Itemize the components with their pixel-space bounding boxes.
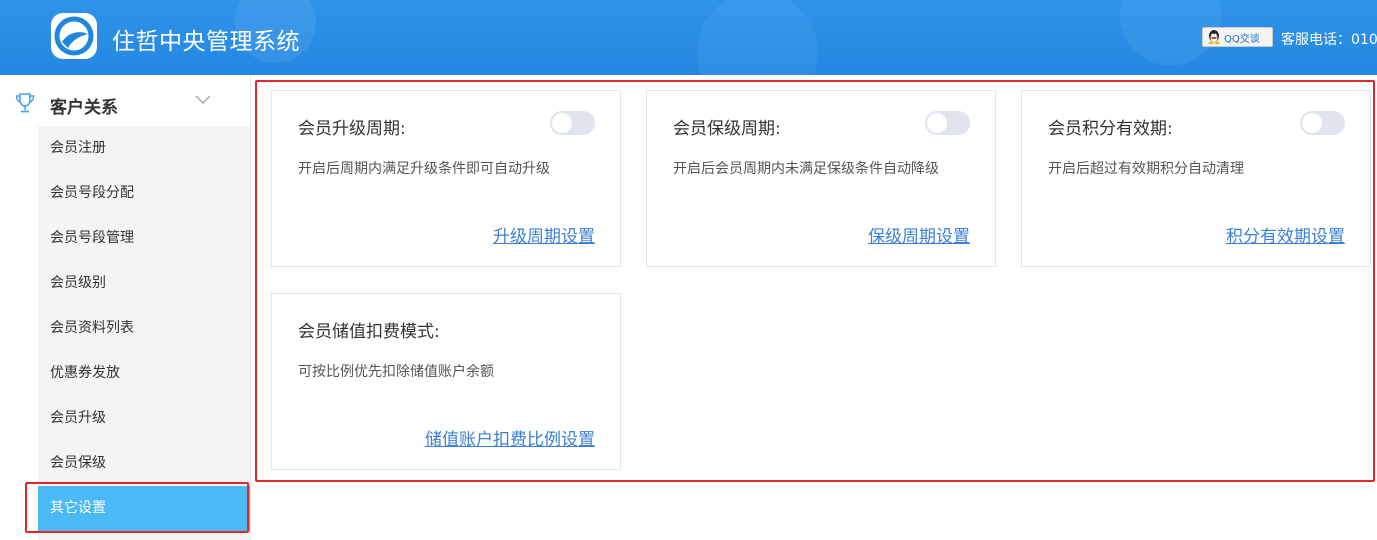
card-title: 会员储值扣费模式: [298,322,440,342]
section-title: 客户关系 [50,98,118,118]
sidebar-section-header[interactable]: 客户关系 [0,75,250,127]
toggle-knob [1302,113,1322,133]
app-title: 住哲中央管理系统 [112,29,300,55]
sidebar-item-member-level[interactable]: 会员级别 [38,261,250,306]
service-hotline: 客服电话：010 [1281,32,1377,48]
card-description: 开启后会员周期内未满足保级条件自动降级 [673,161,939,177]
trophy-icon [15,93,35,113]
card-stored-value-deduction: 会员储值扣费模式: 可按比例优先扣除储值账户余额 储值账户扣费比例设置 [271,293,621,470]
card-description: 可按比例优先扣除储值账户余额 [298,364,494,380]
toggle-switch[interactable] [925,111,970,135]
stored-value-ratio-settings-link[interactable]: 储值账户扣费比例设置 [425,425,595,450]
toggle-knob [927,113,947,133]
chevron-down-icon[interactable] [194,93,212,107]
retain-cycle-settings-link[interactable]: 保级周期设置 [868,222,970,247]
qq-chat-button[interactable]: QQ交谈 [1202,27,1273,47]
toggle-switch[interactable] [550,111,595,135]
sidebar-item-member-retain[interactable]: 会员保级 [38,441,250,486]
upgrade-cycle-settings-link[interactable]: 升级周期设置 [493,222,595,247]
sidebar: 客户关系 会员注册 会员号段分配 会员号段管理 会员级别 会员资料列表 优惠券发… [0,75,251,540]
card-upgrade-cycle: 会员升级周期: 开启后周期内满足升级条件即可自动升级 升级周期设置 [271,90,621,267]
card-description: 开启后超过有效期积分自动清理 [1048,161,1244,177]
sub-menu: 会员注册 会员号段分配 会员号段管理 会员级别 会员资料列表 优惠券发放 会员升… [38,126,250,540]
toggle-knob [552,113,572,133]
sidebar-item-member-upgrade[interactable]: 会员升级 [38,396,250,441]
card-retain-cycle: 会员保级周期: 开启后会员周期内未满足保级条件自动降级 保级周期设置 [646,90,996,267]
sidebar-item-member-list[interactable]: 会员资料列表 [38,306,250,351]
sidebar-item-other-settings[interactable]: 其它设置 [38,486,250,531]
logo-icon [51,13,97,59]
qq-penguin-icon [1208,30,1220,45]
card-points-validity: 会员积分有效期: 开启后超过有效期积分自动清理 积分有效期设置 [1021,90,1371,267]
card-title: 会员积分有效期: [1048,119,1173,139]
qq-label: QQ交谈 [1224,33,1260,45]
sidebar-item-member-register[interactable]: 会员注册 [38,126,250,171]
card-title: 会员升级周期: [298,119,406,139]
sidebar-item-coupon[interactable]: 优惠券发放 [38,351,250,396]
sidebar-item-number-management[interactable]: 会员号段管理 [38,216,250,261]
toggle-switch[interactable] [1300,111,1345,135]
top-header: 住哲中央管理系统 QQ交谈 客服电话：010 [0,0,1377,75]
sidebar-item-number-allocation[interactable]: 会员号段分配 [38,171,250,216]
card-description: 开启后周期内满足升级条件即可自动升级 [298,161,550,177]
points-validity-settings-link[interactable]: 积分有效期设置 [1226,222,1345,247]
card-title: 会员保级周期: [673,119,781,139]
